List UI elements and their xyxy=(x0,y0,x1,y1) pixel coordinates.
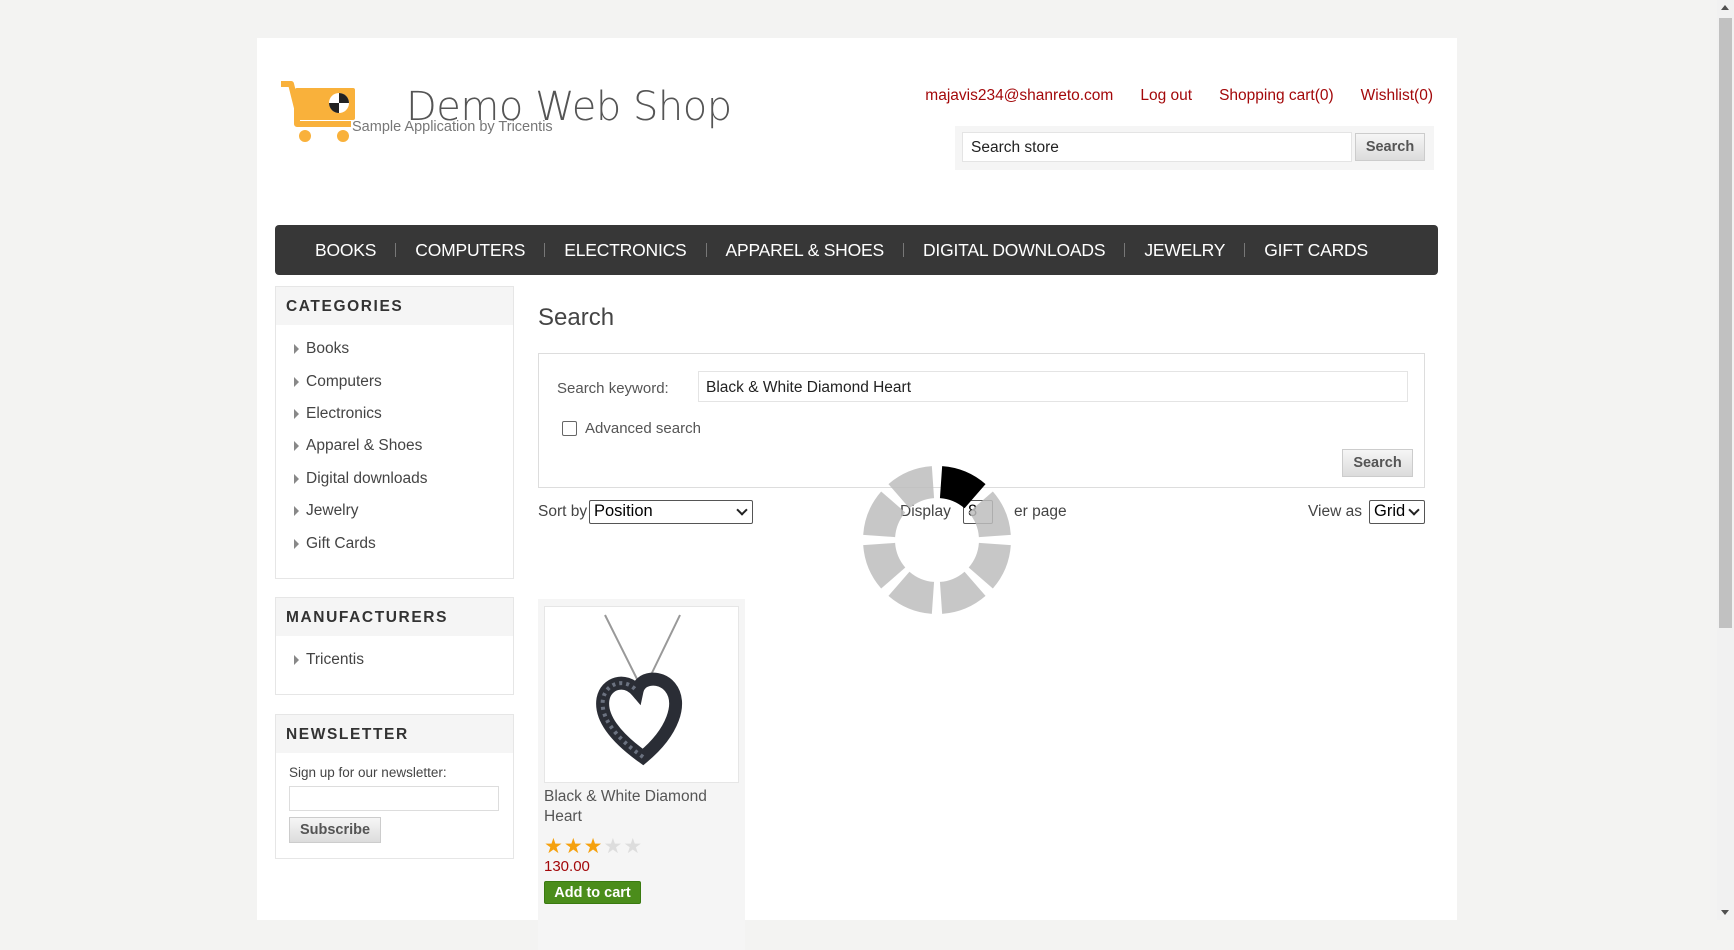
advanced-search-checkbox[interactable] xyxy=(562,421,577,436)
keyword-label: Search keyword: xyxy=(557,380,669,397)
per-page-label: er page xyxy=(1014,503,1067,520)
advanced-search[interactable]: Advanced search xyxy=(562,420,701,437)
header-links: majavis234@shanreto.com Log out Shopping… xyxy=(925,87,1433,105)
product-image[interactable] xyxy=(544,606,739,783)
category-label: Books xyxy=(306,340,350,358)
logout-link[interactable]: Log out xyxy=(1140,87,1192,105)
scroll-up-icon[interactable] xyxy=(1721,5,1729,10)
view-as-label: View as xyxy=(1308,503,1362,520)
category-jewelry[interactable]: Jewelry xyxy=(294,495,513,527)
menu-apparel-shoes[interactable]: APPAREL & SHOES xyxy=(707,240,903,261)
wishlist-link[interactable]: Wishlist(0) xyxy=(1361,87,1433,105)
product-title[interactable]: Black & White Diamond Heart xyxy=(544,787,734,827)
chevron-down-icon xyxy=(1408,504,1420,516)
spinner-segment xyxy=(888,466,935,509)
menu-electronics[interactable]: ELECTRONICS xyxy=(545,240,705,261)
triangle-right-icon xyxy=(294,376,299,387)
cart-logo-icon xyxy=(281,81,355,142)
newsletter-title: NEWSLETTER xyxy=(276,715,513,753)
account-email-link[interactable]: majavis234@shanreto.com xyxy=(925,87,1113,105)
keyword-input[interactable]: Black & White Diamond Heart xyxy=(698,371,1408,402)
heart-pendant-image xyxy=(596,614,683,766)
category-label: Apparel & Shoes xyxy=(306,437,423,455)
category-books[interactable]: Books xyxy=(294,333,513,365)
categories-block: CATEGORIES Books Computers Electronics A… xyxy=(275,286,514,579)
spinner-segment xyxy=(863,542,906,589)
subscribe-button[interactable]: Subscribe xyxy=(289,817,381,843)
spinner-segment xyxy=(863,491,906,538)
star-filled-icon: ★ xyxy=(544,835,563,858)
product-price: 130.00 xyxy=(544,858,590,875)
add-to-cart-button[interactable]: Add to cart xyxy=(544,881,641,904)
star-filled-icon: ★ xyxy=(583,835,603,858)
scrollbar-thumb[interactable] xyxy=(1719,18,1732,628)
categories-list: Books Computers Electronics Apparel & Sh… xyxy=(276,325,513,560)
spinner-segment xyxy=(968,491,1011,538)
triangle-right-icon xyxy=(294,473,299,484)
newsletter-label: Sign up for our newsletter: xyxy=(289,765,447,780)
triangle-right-icon xyxy=(294,441,299,452)
star-filled-icon: ★ xyxy=(563,835,583,858)
menu-gift-cards[interactable]: GIFT CARDS xyxy=(1245,240,1387,261)
page-scrollbar[interactable] xyxy=(1717,0,1734,920)
categories-title: CATEGORIES xyxy=(276,287,513,325)
manufacturers-title: MANUFACTURERS xyxy=(276,598,513,636)
category-digital-downloads[interactable]: Digital downloads xyxy=(294,463,513,495)
category-label: Computers xyxy=(306,372,382,390)
category-computers[interactable]: Computers xyxy=(294,365,513,397)
newsletter-block: NEWSLETTER Sign up for our newsletter: S… xyxy=(275,714,514,859)
menu-computers[interactable]: COMPUTERS xyxy=(396,240,544,261)
spinner-segment xyxy=(939,466,986,509)
category-label: Gift Cards xyxy=(306,534,376,552)
category-label: Jewelry xyxy=(306,502,359,520)
triangle-right-icon xyxy=(294,408,299,419)
sort-value: Position xyxy=(594,502,653,520)
product-item: Black & White Diamond Heart ★ ★ ★ ★ ★ 130.00… xyxy=(538,599,745,950)
shopping-cart-link[interactable]: Shopping cart(0) xyxy=(1219,87,1334,105)
top-menu: BOOKS COMPUTERS ELECTRONICS APPAREL & SH… xyxy=(275,225,1438,275)
newsletter-email-input[interactable] xyxy=(289,786,499,811)
category-label: Digital downloads xyxy=(306,469,428,487)
view-mode-value: Grid xyxy=(1374,502,1406,520)
advanced-search-label: Advanced search xyxy=(585,420,701,437)
menu-digital-downloads[interactable]: DIGITAL DOWNLOADS xyxy=(904,240,1124,261)
star-empty-icon: ★ xyxy=(623,835,643,858)
category-electronics[interactable]: Electronics xyxy=(294,398,513,430)
sort-select[interactable]: Position xyxy=(589,500,753,524)
star-empty-icon: ★ xyxy=(603,835,623,858)
product-rating: ★ ★ ★ ★ ★ xyxy=(544,836,642,857)
category-gift-cards[interactable]: Gift Cards xyxy=(294,527,513,559)
store-search: Search store Search xyxy=(955,126,1434,170)
category-label: Electronics xyxy=(306,404,382,422)
store-search-input[interactable]: Search store xyxy=(962,132,1352,162)
sort-label: Sort by xyxy=(538,503,588,520)
loading-spinner-icon xyxy=(863,466,1011,614)
view-mode-select[interactable]: Grid xyxy=(1369,500,1425,524)
chevron-down-icon xyxy=(736,504,748,516)
manufacturers-block: MANUFACTURERS Tricentis xyxy=(275,597,514,695)
spinner-segment xyxy=(968,542,1011,589)
manufacturer-label: Tricentis xyxy=(306,651,364,669)
menu-jewelry[interactable]: JEWELRY xyxy=(1125,240,1244,261)
triangle-right-icon xyxy=(294,538,299,549)
spinner-segment xyxy=(939,571,986,614)
category-apparel-shoes[interactable]: Apparel & Shoes xyxy=(294,430,513,462)
menu-books[interactable]: BOOKS xyxy=(302,240,395,261)
triangle-right-icon xyxy=(294,506,299,517)
manufacturer-tricentis[interactable]: Tricentis xyxy=(294,644,513,676)
triangle-right-icon xyxy=(294,655,299,666)
manufacturers-list: Tricentis xyxy=(276,636,513,676)
search-button[interactable]: Search xyxy=(1342,449,1413,477)
spinner-segment xyxy=(888,571,935,614)
store-search-button[interactable]: Search xyxy=(1355,133,1425,161)
triangle-right-icon xyxy=(294,344,299,355)
scroll-down-icon[interactable] xyxy=(1721,910,1729,915)
page-title: Search xyxy=(538,304,615,331)
logo-subtitle: Sample Application by Tricentis xyxy=(352,119,553,135)
